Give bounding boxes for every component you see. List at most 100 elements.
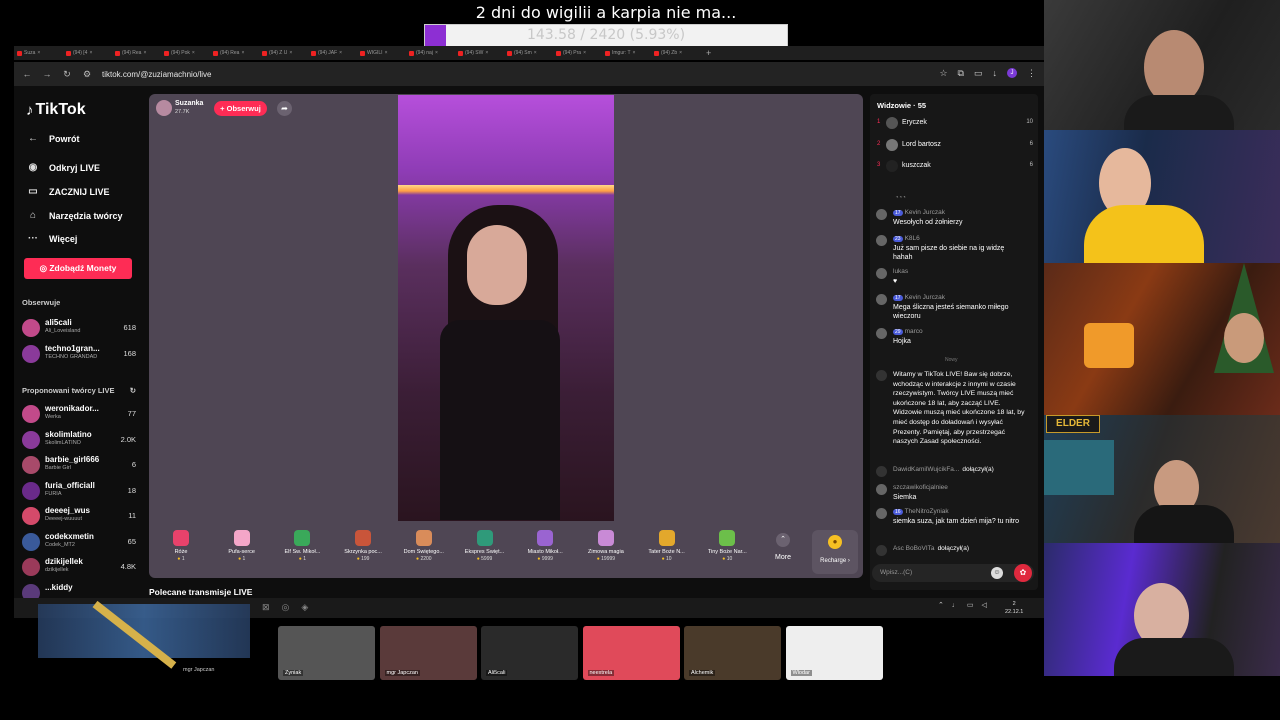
tab-close-icon[interactable]: ×	[679, 50, 682, 56]
participant-thumbnail[interactable]: mgr Japczan	[379, 626, 477, 680]
gift-item[interactable]: Tater Boże N... ● 10	[638, 530, 696, 562]
tray-chevron-icon[interactable]: ⌃	[938, 601, 944, 609]
tab-close-icon[interactable]: ×	[534, 50, 537, 56]
chat-avatar[interactable]	[876, 294, 887, 305]
host-avatar[interactable]	[156, 100, 172, 116]
volume-icon[interactable]: ◁	[982, 601, 987, 609]
browser-tab[interactable]: Suza ×	[14, 50, 63, 56]
participant-thumbnail[interactable]: Ali5cali	[481, 626, 578, 680]
chat-username[interactable]: 23 K8L6	[893, 235, 920, 242]
gift-item[interactable]: Róże ● 1	[152, 530, 210, 562]
site-info-icon[interactable]: ⚙	[80, 69, 94, 80]
chat-avatar[interactable]	[876, 484, 887, 495]
browser-tab[interactable]: (94) Rea ×	[210, 50, 259, 56]
viewer-row[interactable]: 3 kuszczak 6	[877, 160, 1033, 174]
browser-tab[interactable]: Imgur: T ×	[602, 50, 651, 56]
account-avatar[interactable]	[22, 558, 40, 576]
account-avatar[interactable]	[22, 344, 40, 363]
tab-close-icon[interactable]: ×	[435, 50, 438, 56]
chat-username[interactable]: 16 TheNitroZyniak	[893, 508, 949, 515]
account-row[interactable]: weronikador... Werka 77	[22, 403, 136, 425]
gift-item[interactable]: Skrzynka poc... ● 199	[334, 530, 392, 562]
menu-dots-icon[interactable]: ⋮	[1027, 68, 1036, 79]
chat-avatar[interactable]	[876, 209, 887, 220]
browser-tab[interactable]: WIGILI ×	[357, 50, 406, 56]
viewer-row[interactable]: 2 Lord bartosz 6	[877, 138, 1033, 153]
new-tab-button[interactable]: +	[700, 48, 717, 58]
browser-tab[interactable]: (94) JAF ×	[308, 50, 357, 56]
chat-avatar[interactable]	[876, 508, 887, 519]
extensions-icon[interactable]: ⧉	[958, 68, 964, 79]
browser-tab[interactable]: (94) Pok ×	[161, 50, 210, 56]
tab-close-icon[interactable]: ×	[192, 50, 195, 56]
account-avatar[interactable]	[22, 456, 40, 474]
network-icon[interactable]: ▭	[967, 601, 974, 609]
browser-tab[interactable]: (94) SW ×	[455, 50, 504, 56]
steam-icon[interactable]: ◈	[301, 602, 308, 613]
tab-close-icon[interactable]: ×	[385, 50, 388, 56]
account-row[interactable]: furia_officiall FURIA 18	[22, 480, 136, 502]
browser-tab[interactable]: (94) Sm ×	[504, 50, 553, 56]
account-row[interactable]: barbie_girl666 Barbie Girl 6	[22, 454, 136, 476]
account-row[interactable]: techno1gran... TECHNO GRANDAD 168	[22, 343, 136, 365]
participant-thumbnail[interactable]: Zyniak	[278, 626, 375, 680]
account-row[interactable]: skolimlatino SkolimLATINO 2.0K	[22, 429, 136, 451]
cast-icon[interactable]: ▭	[974, 68, 983, 79]
viewers-header[interactable]: Widzowie · 55	[877, 101, 926, 110]
account-avatar[interactable]	[22, 319, 40, 337]
gift-item[interactable]: Dom Świętego... ● 2200	[395, 530, 453, 562]
participant-thumbnail[interactable]: Wlodar	[785, 626, 883, 680]
tab-close-icon[interactable]: ×	[143, 50, 146, 56]
chat-username[interactable]: 29 marco	[893, 328, 923, 335]
account-avatar[interactable]	[22, 405, 40, 423]
browser-tab[interactable]: (94) Rea ×	[112, 50, 161, 56]
gift-icon[interactable]: ✿	[1014, 564, 1032, 582]
tab-close-icon[interactable]: ×	[485, 50, 488, 56]
chat-username[interactable]: szczawikoficjalniee	[893, 484, 948, 491]
account-avatar[interactable]	[22, 507, 40, 525]
gift-item[interactable]: Zimowa magia ● 19999	[577, 530, 635, 562]
account-row[interactable]: deeeej_wus Deeeej-wuuuut 11	[22, 505, 136, 527]
host-name[interactable]: Suzanka	[175, 100, 203, 107]
chat-username[interactable]: lukas	[893, 268, 908, 275]
viewer-row[interactable]: 1 Eryczek 10	[877, 117, 1033, 131]
nav-more[interactable]: ··· Więcej	[26, 233, 77, 244]
nav-discover-live[interactable]: ◉ Odkryj LIVE	[26, 162, 100, 173]
profile-avatar[interactable]: J	[1007, 68, 1017, 78]
nav-creator-tools[interactable]: ⌂ Narzędzia twórcy	[26, 210, 123, 221]
nav-back[interactable]: ← Powrót	[26, 133, 80, 144]
gift-item[interactable]: Miasto Mikoł... ● 9999	[516, 530, 574, 562]
account-row[interactable]: ali5cali Ali_Loveisland 618	[22, 317, 136, 339]
more-gifts-button[interactable]: ⌃ More	[770, 533, 796, 561]
gift-item[interactable]: Elf Św. Mikoł... ● 1	[273, 530, 331, 562]
tab-close-icon[interactable]: ×	[339, 50, 342, 56]
tab-close-icon[interactable]: ×	[37, 50, 40, 56]
account-row[interactable]: codekxmetin Codek_MT2 65	[22, 531, 136, 553]
chat-input[interactable]: Wpisz...(C)	[872, 564, 1034, 582]
tab-close-icon[interactable]: ×	[289, 50, 292, 56]
refresh-icon[interactable]: ↻	[130, 386, 136, 395]
back-arrow-icon[interactable]: ←	[20, 69, 34, 79]
recharge-button[interactable]: ● Recharge ›	[812, 530, 858, 574]
tiktok-logo[interactable]: ♪ TikTok	[26, 101, 86, 119]
chat-avatar[interactable]	[876, 235, 887, 246]
participant-thumbnail[interactable]: neextrela	[582, 626, 680, 680]
account-avatar[interactable]	[22, 532, 40, 551]
download-icon[interactable]: ↓	[993, 68, 998, 79]
account-avatar[interactable]	[22, 481, 40, 500]
join-user[interactable]: Asc BoBoVITa	[893, 545, 935, 552]
follow-button[interactable]: + Obserwuj	[214, 101, 267, 116]
get-coins-button[interactable]: ◎ Zdobądź Monety	[24, 258, 132, 279]
gift-item[interactable]: Ekspres Święt... ● 5999	[456, 530, 514, 562]
participant-thumbnail[interactable]: Alchemik	[684, 626, 781, 680]
chat-avatar[interactable]	[876, 328, 887, 339]
browser-tab[interactable]: (94) Zb ×	[651, 50, 700, 56]
nav-start-live[interactable]: ▭ ZACZNIJ LIVE	[26, 186, 109, 197]
chat-username[interactable]: 17 Kevin Jurczak	[893, 294, 945, 301]
gift-item[interactable]: Pufa-serce ● 1	[213, 530, 271, 562]
browser-tab[interactable]: (94) Z U ×	[259, 50, 308, 56]
chat-username[interactable]: 17 Kevin Jurczak	[893, 209, 945, 216]
tab-close-icon[interactable]: ×	[89, 50, 92, 56]
chat-avatar[interactable]	[876, 268, 887, 279]
browser-tab[interactable]: (94) Pra ×	[553, 50, 602, 56]
